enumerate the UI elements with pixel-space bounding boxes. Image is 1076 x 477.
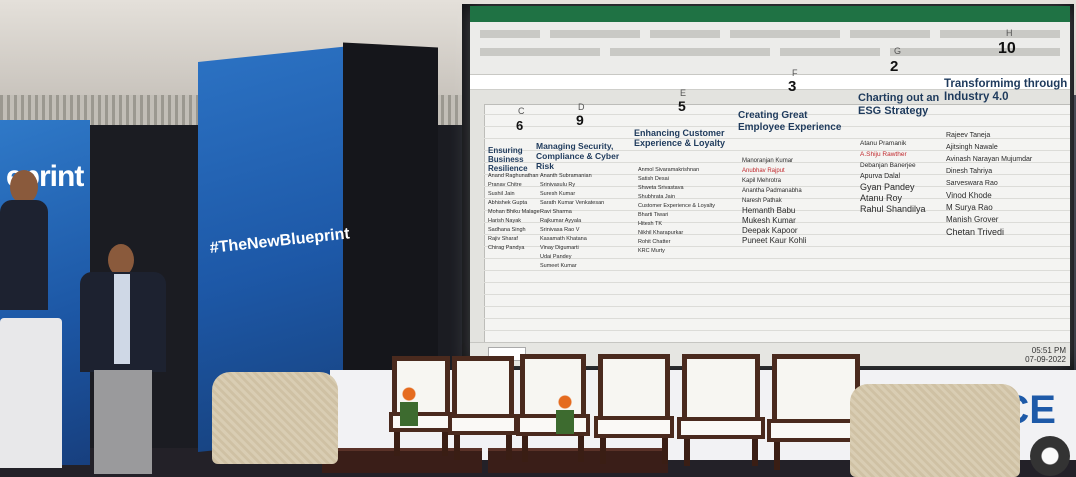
- list-item: Atanu Roy: [860, 193, 903, 203]
- armchair-left: [212, 372, 338, 464]
- clock-time: 05:51 PM: [1031, 346, 1066, 355]
- podium: [0, 318, 62, 468]
- clock-date: 07-09-2022: [1025, 355, 1066, 364]
- stage-light: [1030, 436, 1070, 476]
- list-item: Bharti Tiwari: [638, 212, 669, 218]
- column-heading: Enhancing Customer Experience & Loyalty: [634, 128, 726, 149]
- list-item: Shubhrata Jain: [638, 194, 675, 200]
- column-heading: Managing Security, Compliance & Cyber Ri…: [536, 141, 620, 171]
- list-item: Puneet Kaur Kohli: [742, 236, 807, 245]
- list-item: Sushil Jain: [488, 191, 515, 197]
- name-list: Atanu Pramanik A.Shiju Rawther Debanjan …: [860, 138, 926, 215]
- list-item: KRC Murty: [638, 248, 665, 254]
- speaker-standing: [80, 244, 170, 474]
- list-item: Rahul Shandilya: [860, 204, 926, 214]
- spreadsheet-window: C 6 Ensuring Business Resilience Anand R…: [470, 6, 1070, 366]
- chair: [766, 354, 866, 470]
- list-item: Ananth Subramanian: [540, 173, 592, 179]
- column-count: 3: [788, 78, 797, 95]
- list-item: Naresh Pathak: [742, 198, 782, 204]
- name-list: Rajeev Taneja Ajitsingh Nawale Avinash N…: [946, 130, 1032, 238]
- list-item: Manish Grover: [946, 215, 999, 224]
- column-count: 6: [516, 118, 524, 133]
- list-item: Customer Experience & Loyalty: [638, 203, 716, 209]
- list-item: Mukesh Kumar: [742, 216, 796, 225]
- column-letter: D: [578, 102, 585, 112]
- list-item: Anand Raghunathan: [488, 173, 539, 179]
- list-item: Abhishek Gupta: [488, 200, 528, 206]
- column-letter: F: [792, 68, 798, 78]
- list-item: Sadhana Singh: [488, 227, 526, 233]
- list-item: Rajiv Sharaf: [488, 236, 518, 242]
- column-letter: G: [894, 46, 902, 56]
- list-item: Debanjan Banerjee: [860, 162, 916, 169]
- chair: [448, 356, 518, 460]
- name-list: Anand Raghunathan Pranav Chitre Sushil J…: [488, 172, 540, 253]
- name-list: Anmol Sivaramakrishnan Satish Desai Shwe…: [638, 166, 715, 256]
- list-item: Atanu Pramanik: [860, 140, 907, 147]
- list-item: Anubhav Rajput: [742, 168, 785, 174]
- list-item: Kapil Mehrotra: [742, 178, 782, 184]
- list-item: Anantha Padmanabha: [742, 188, 802, 194]
- name-list: Ananth Subramanian Srinivasulu Ry Suresh…: [540, 172, 604, 271]
- list-item: Rohit Chatter: [638, 239, 671, 245]
- column-count: 5: [678, 98, 686, 114]
- flower-vase: [400, 386, 418, 426]
- list-item: Hemanth Babu: [742, 206, 796, 215]
- list-item: Nikhil Kharapurkar: [638, 230, 684, 236]
- list-item: Avinash Narayan Mujumdar: [946, 156, 1033, 163]
- list-item: Pranav Chitre: [488, 182, 522, 188]
- list-item: Dinesh Tahriya: [946, 168, 993, 175]
- list-item: Rajkumar Ayyala: [540, 218, 582, 224]
- list-item: Hitesh TK: [638, 221, 663, 227]
- list-item: Srinivasa Rao V: [540, 227, 580, 233]
- chair: [593, 354, 675, 464]
- list-item: Vinay Digumarti: [540, 245, 579, 251]
- list-item: M Surya Rao: [946, 203, 993, 212]
- flower-vase: [556, 394, 574, 434]
- list-item: Manoranjan Kumar: [742, 158, 794, 164]
- list-item: Ajitsingh Nawale: [946, 144, 998, 151]
- list-item: Srinivasulu Ry: [540, 182, 576, 188]
- list-item: Udai Pandey: [540, 254, 572, 260]
- list-item: Sarveswara Rao: [946, 180, 998, 187]
- list-item: Sumeet Kumar: [540, 263, 577, 269]
- row-headers: [470, 104, 485, 342]
- list-item: Rajeev Taneja: [946, 132, 991, 139]
- list-item: Anmol Sivaramakrishnan: [638, 167, 700, 173]
- list-item: Gyan Pandey: [860, 182, 915, 192]
- column-heading: Transformimg through Industry 4.0: [944, 78, 1068, 104]
- column-heading: Charting out an ESG Strategy: [858, 92, 940, 117]
- excel-title-bar: [470, 6, 1070, 22]
- list-item: Shweta Srivastava: [638, 185, 684, 191]
- column-letter: E: [680, 88, 687, 98]
- speaker-left: [0, 170, 50, 340]
- list-item: Mohan Bhiku Malage: [488, 209, 540, 215]
- column-letter: C: [518, 106, 525, 116]
- chair: [516, 354, 590, 462]
- list-item: Satish Desai: [638, 176, 669, 182]
- chair: [677, 354, 765, 466]
- conference-photo: eprint #TheNewBlueprint C 6 Ensuring Bus…: [0, 0, 1076, 477]
- list-item: Chetan Trivedi: [946, 227, 1005, 237]
- column-count: 10: [998, 40, 1016, 57]
- column-count: 9: [576, 112, 584, 128]
- excel-ribbon: [470, 22, 1070, 75]
- list-item: Sarath Kumar Venkatesan: [540, 200, 605, 206]
- list-item: Deepak Kapoor: [742, 226, 798, 235]
- list-item: Harish Nayak: [488, 218, 522, 224]
- list-item: Vinod Khode: [946, 191, 992, 200]
- list-item: Apurva Dalal: [860, 173, 901, 180]
- column-letter: H: [1006, 28, 1013, 38]
- column-count: 2: [890, 58, 899, 75]
- column-heading: Creating Great Employee Experience: [738, 110, 842, 133]
- name-list: Manoranjan Kumar Anubhav Rajput Kapil Me…: [742, 156, 807, 246]
- list-item: Ravi Sharma: [540, 209, 572, 215]
- list-item: A.Shiju Rawther: [860, 151, 907, 158]
- taskbar-clock: 05:51 PM 07-09-2022: [1025, 346, 1066, 364]
- list-item: Kasamath Khatana: [540, 236, 587, 242]
- armchair-right: [850, 384, 1020, 477]
- list-item: Chirag Pandya: [488, 245, 525, 251]
- list-item: Suresh Kumar: [540, 191, 576, 197]
